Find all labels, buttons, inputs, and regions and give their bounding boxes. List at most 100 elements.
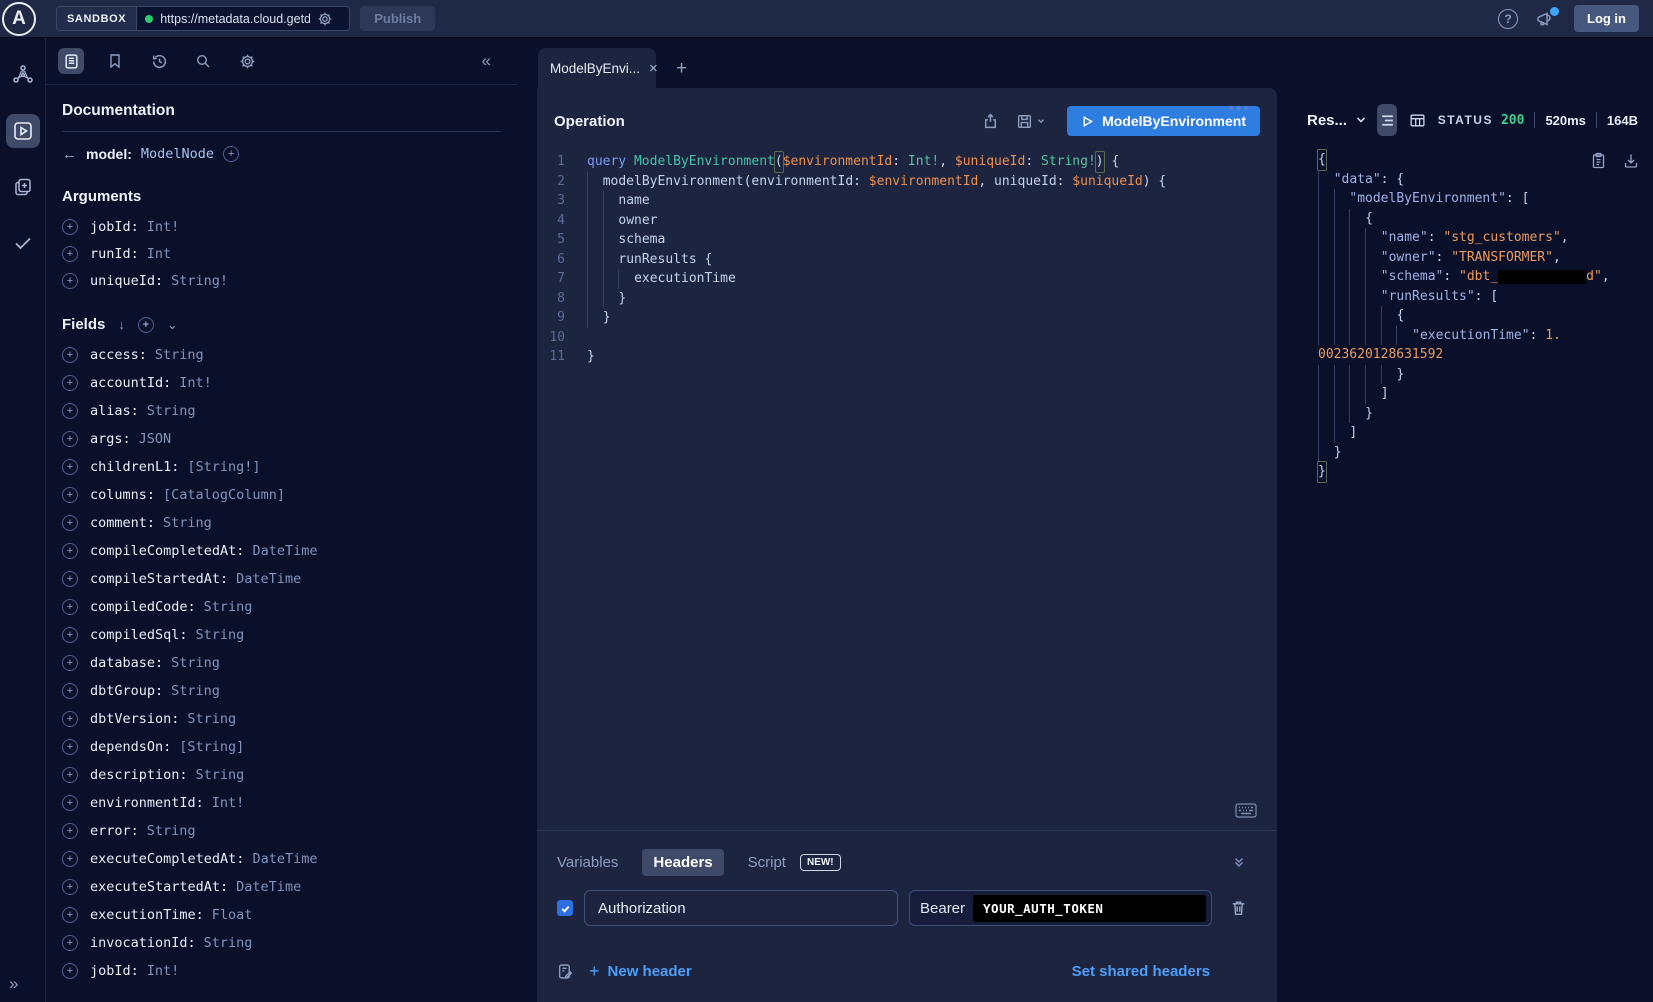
field-name[interactable]: compiledSql:	[90, 627, 188, 643]
field-name[interactable]: compiledCode:	[90, 599, 196, 615]
field-type[interactable]: Int!	[147, 963, 180, 979]
add-field-icon[interactable]: +	[62, 459, 78, 475]
close-tab-icon[interactable]: ×	[649, 60, 658, 77]
copy-response-icon[interactable]	[1591, 152, 1606, 169]
field-type[interactable]: DateTime	[252, 851, 317, 867]
field-type[interactable]: String	[171, 655, 220, 671]
add-field-icon[interactable]: +	[62, 543, 78, 559]
argument-name[interactable]: runId:	[90, 246, 139, 262]
add-field-icon[interactable]: +	[62, 795, 78, 811]
add-field-icon[interactable]: +	[62, 711, 78, 727]
operation-more-menu-icon[interactable]: •••	[1228, 100, 1251, 118]
add-field-icon[interactable]: +	[62, 879, 78, 895]
explorer-icon[interactable]	[6, 114, 40, 148]
field-type[interactable]: JSON	[139, 431, 172, 447]
response-dropdown[interactable]: Res...	[1307, 112, 1367, 129]
documentation-tab-icon[interactable]	[58, 48, 84, 74]
field-name[interactable]: invocationId:	[90, 935, 196, 951]
add-argument-icon[interactable]: +	[62, 246, 78, 262]
field-type[interactable]: DateTime	[236, 571, 301, 587]
field-type[interactable]: String	[147, 823, 196, 839]
add-field-icon[interactable]: +	[62, 375, 78, 391]
field-type[interactable]: Float	[212, 907, 253, 923]
collapse-sidebar-icon[interactable]: «	[482, 51, 491, 71]
add-field-icon[interactable]: +	[62, 767, 78, 783]
field-name[interactable]: dependsOn:	[90, 739, 171, 755]
endpoint-settings-gear-icon[interactable]	[317, 11, 333, 27]
tab-script[interactable]: Script	[748, 854, 786, 871]
field-name[interactable]: error:	[90, 823, 139, 839]
add-model-field-icon[interactable]: +	[223, 146, 239, 162]
fields-chevron-icon[interactable]: ⌄	[167, 317, 178, 333]
field-name[interactable]: compileCompletedAt:	[90, 543, 244, 559]
field-name[interactable]: executionTime:	[90, 907, 204, 923]
field-type[interactable]: [CatalogColumn]	[163, 487, 285, 503]
operation-tab[interactable]: ModelByEnvi... ×	[538, 48, 656, 88]
endpoint-url-box[interactable]: https://metadata.cloud.getd	[137, 7, 349, 30]
add-field-icon[interactable]: +	[62, 571, 78, 587]
field-type[interactable]: String	[171, 683, 220, 699]
environment-variables-icon[interactable]	[557, 963, 574, 980]
argument-name[interactable]: uniqueId:	[90, 273, 163, 289]
add-field-icon[interactable]: +	[62, 403, 78, 419]
field-name[interactable]: childrenL1:	[90, 459, 179, 475]
pretty-view-toggle[interactable]	[1377, 104, 1397, 136]
add-field-icon[interactable]: +	[62, 683, 78, 699]
field-type[interactable]: String	[204, 935, 253, 951]
announcements-megaphone-icon[interactable]	[1536, 10, 1556, 28]
field-type[interactable]: String	[196, 627, 245, 643]
back-arrow-icon[interactable]: ←	[62, 146, 77, 163]
save-operation-icon[interactable]	[1016, 113, 1046, 130]
field-name[interactable]: dbtVersion:	[90, 711, 179, 727]
header-name-input[interactable]: Authorization	[584, 890, 898, 926]
add-field-icon[interactable]: +	[62, 907, 78, 923]
field-name[interactable]: columns:	[90, 487, 155, 503]
argument-type[interactable]: Int	[147, 246, 171, 262]
new-tab-icon[interactable]: +	[676, 58, 687, 88]
field-name[interactable]: description:	[90, 767, 188, 783]
download-response-icon[interactable]	[1623, 152, 1639, 169]
header-enabled-checkbox[interactable]	[557, 900, 573, 916]
field-name[interactable]: alias:	[90, 403, 139, 419]
field-name[interactable]: access:	[90, 347, 147, 363]
add-field-icon[interactable]: +	[62, 627, 78, 643]
field-name[interactable]: comment:	[90, 515, 155, 531]
collapse-panel-icon[interactable]	[1231, 854, 1247, 870]
table-view-toggle[interactable]	[1407, 104, 1427, 136]
field-type[interactable]: [String]	[179, 739, 244, 755]
field-type[interactable]: String	[163, 515, 212, 531]
tab-headers[interactable]: Headers	[642, 849, 723, 876]
set-shared-headers-link[interactable]: Set shared headers	[1072, 963, 1210, 980]
argument-name[interactable]: jobId:	[90, 219, 139, 235]
saved-collections-bookmark-icon[interactable]	[102, 48, 128, 74]
field-name[interactable]: compileStartedAt:	[90, 571, 228, 587]
header-value-input[interactable]: Bearer YOUR_AUTH_TOKEN	[909, 890, 1212, 926]
add-field-icon[interactable]: +	[62, 851, 78, 867]
checks-icon[interactable]	[6, 226, 40, 260]
apollo-logo[interactable]: A	[2, 2, 36, 36]
add-field-icon[interactable]: +	[62, 431, 78, 447]
model-type-link[interactable]: ModelNode	[141, 146, 214, 162]
add-field-icon[interactable]: +	[62, 823, 78, 839]
add-field-icon[interactable]: +	[62, 655, 78, 671]
schema-graph-icon[interactable]	[6, 58, 40, 92]
new-header-button[interactable]: + New header	[589, 961, 692, 982]
field-name[interactable]: jobId:	[90, 963, 139, 979]
add-argument-icon[interactable]: +	[62, 219, 78, 235]
tab-variables[interactable]: Variables	[557, 854, 618, 871]
field-type[interactable]: DateTime	[252, 543, 317, 559]
argument-type[interactable]: Int!	[147, 219, 180, 235]
add-field-icon[interactable]: +	[62, 963, 78, 979]
field-name[interactable]: database:	[90, 655, 163, 671]
history-icon[interactable]	[146, 48, 172, 74]
field-type[interactable]: [String!]	[187, 459, 260, 475]
field-name[interactable]: accountId:	[90, 375, 171, 391]
field-type[interactable]: Int!	[212, 795, 245, 811]
response-json-viewer[interactable]: {"data": {"modelByEnvironment": [{"name"…	[1318, 150, 1653, 482]
field-type[interactable]: String	[204, 599, 253, 615]
field-name[interactable]: args:	[90, 431, 131, 447]
field-name[interactable]: executeStartedAt:	[90, 879, 228, 895]
field-type[interactable]: String	[187, 711, 236, 727]
settings-gear-icon[interactable]	[234, 48, 260, 74]
endpoint-url[interactable]: https://metadata.cloud.getd	[160, 12, 310, 26]
